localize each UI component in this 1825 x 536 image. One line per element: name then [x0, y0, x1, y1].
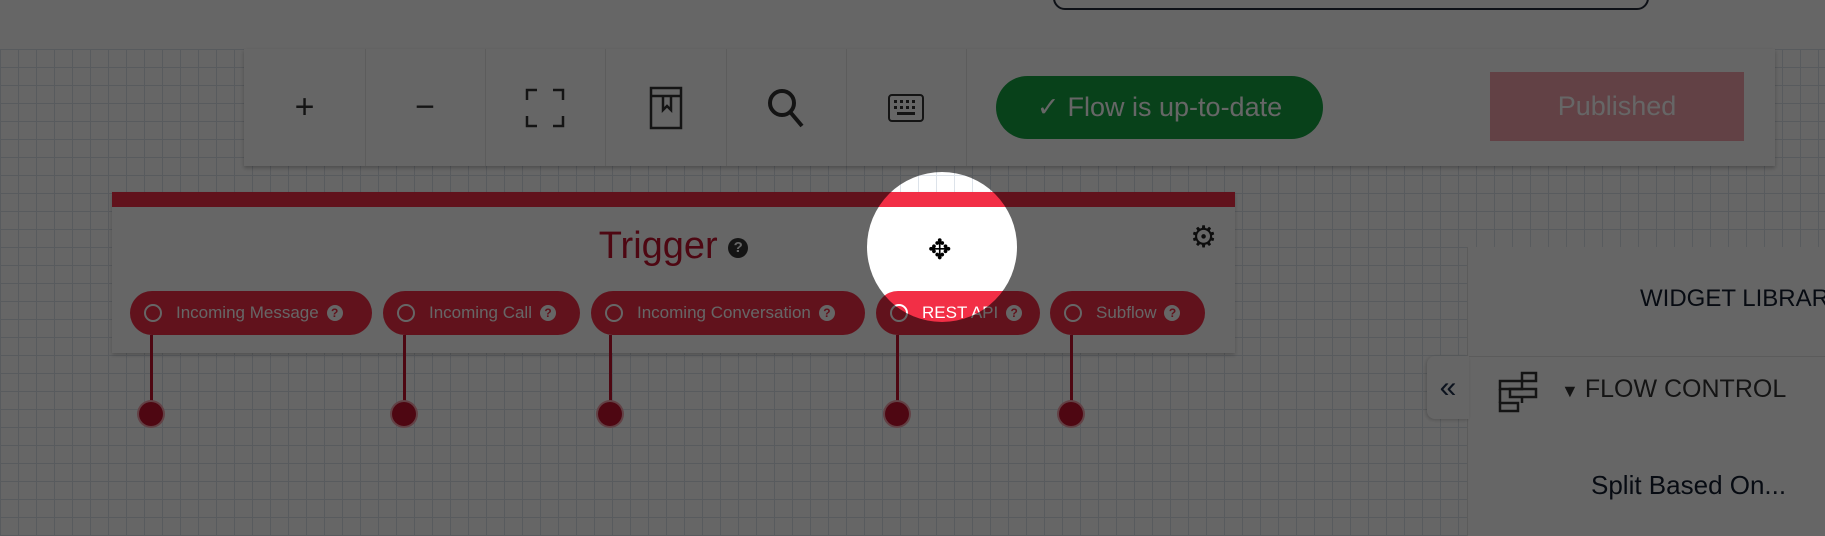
connector-handle[interactable]: [1059, 402, 1083, 426]
connector-line: [403, 335, 406, 405]
caret-down-icon: ▼: [1561, 381, 1579, 401]
connector-line: [896, 335, 899, 405]
trigger-title-text: Trigger: [598, 225, 718, 267]
help-icon[interactable]: ?: [728, 237, 749, 258]
check-icon: ✓: [1036, 92, 1060, 122]
top-bar: [0, 0, 1825, 49]
publish-button[interactable]: Published: [1490, 72, 1744, 141]
flow-status-badge: ✓ Flow is up-to-date: [996, 76, 1323, 139]
search-icon: [768, 88, 804, 127]
move-cursor-icon: ✥: [928, 234, 952, 265]
pill-label: REST API: [922, 303, 999, 322]
connector-handle[interactable]: [598, 402, 622, 426]
help-icon[interactable]: ?: [540, 305, 556, 321]
flow-control-section[interactable]: ▼ FLOW CONTROL: [1468, 356, 1825, 420]
pill-label: Incoming Message: [176, 303, 319, 322]
trigger-pill-incoming-conversation[interactable]: Incoming Conversation?: [591, 291, 865, 335]
widget-library-title: WIDGET LIBRARY: [1640, 285, 1825, 312]
widget-library-panel: WIDGET LIBRARY ▼ FLOW CONTROL Split Based…: [1467, 247, 1825, 536]
book-icon: [649, 86, 682, 129]
help-icon[interactable]: ?: [326, 305, 343, 321]
pill-label: Subflow: [1096, 303, 1157, 322]
trigger-header-bar: [112, 192, 1235, 207]
trigger-pill-subflow[interactable]: Subflow?: [1050, 291, 1205, 335]
minus-icon: −: [415, 88, 435, 126]
widget-split-based-on[interactable]: Split Based On...: [1591, 470, 1786, 501]
connector-handle[interactable]: [885, 402, 909, 426]
radio-icon: [605, 304, 623, 322]
search-button[interactable]: [726, 49, 847, 166]
radio-icon: [890, 304, 908, 322]
help-icon[interactable]: ?: [1006, 305, 1023, 321]
canvas-toolbar: + − ✓ Flow is up-to-date Published: [244, 49, 1775, 166]
connector-handle[interactable]: [139, 402, 163, 426]
documentation-button[interactable]: [605, 49, 727, 166]
double-chevron-left-icon: «: [1439, 370, 1457, 404]
trigger-pill-rest-api[interactable]: REST API?: [876, 291, 1040, 335]
trigger-widget[interactable]: Trigger ? ⚙ Incoming Message? Incoming C…: [112, 192, 1235, 353]
plus-icon: +: [294, 88, 315, 126]
fit-to-screen-button[interactable]: [485, 49, 606, 166]
collapse-panel-button[interactable]: «: [1427, 356, 1469, 419]
radio-icon: [397, 304, 415, 322]
radio-icon: [1064, 304, 1082, 322]
keyboard-icon: [888, 93, 924, 122]
help-icon[interactable]: ?: [1164, 305, 1181, 321]
flow-control-text: FLOW CONTROL: [1584, 375, 1787, 403]
flow-status-text: Flow is up-to-date: [1067, 92, 1283, 122]
pill-label: Incoming Conversation: [637, 303, 811, 322]
connector-line: [609, 335, 612, 405]
connector-line: [1070, 335, 1073, 405]
trigger-pill-incoming-call[interactable]: Incoming Call?: [383, 291, 580, 335]
connector-line: [150, 335, 153, 405]
pill-label: Incoming Call: [429, 303, 532, 322]
connector-handle[interactable]: [392, 402, 416, 426]
trigger-title: Trigger ?: [112, 225, 1235, 268]
fullscreen-icon: [525, 88, 565, 127]
zoom-out-button[interactable]: −: [365, 49, 486, 166]
search-input[interactable]: [1053, 0, 1649, 10]
keyboard-shortcuts-button[interactable]: [846, 49, 967, 166]
zoom-in-button[interactable]: +: [244, 49, 366, 166]
flow-control-label: ▼ FLOW CONTROL: [1561, 375, 1786, 404]
radio-icon: [144, 304, 162, 322]
flow-control-icon: [1498, 371, 1538, 413]
help-icon[interactable]: ?: [818, 305, 835, 321]
trigger-pill-incoming-message[interactable]: Incoming Message?: [130, 291, 372, 335]
gears-icon[interactable]: ⚙: [1190, 220, 1217, 255]
